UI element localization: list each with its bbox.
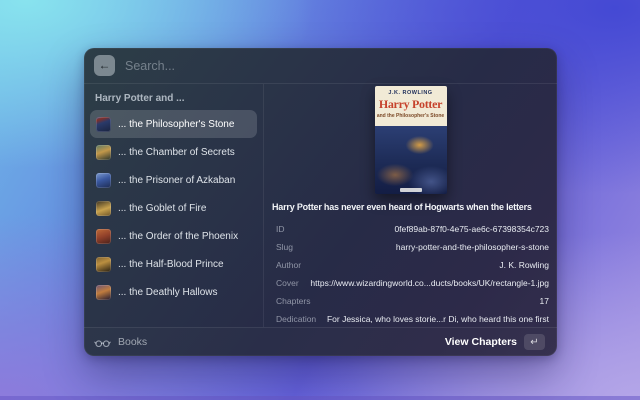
book-cover-thumbnail [96, 145, 111, 160]
detail-panel: J.K. ROWLING Harry Potter and the Philos… [264, 84, 557, 327]
metadata-label: Dedication [276, 314, 316, 324]
list-item-deathly-hallows[interactable]: ... the Deathly Hallows [90, 278, 257, 306]
metadata-row-slug: Slug harry-potter-and-the-philosopher-s-… [276, 238, 549, 256]
metadata-label: Cover [276, 278, 299, 288]
metadata-value: https://www.wizardingworld.co...ducts/bo… [307, 278, 549, 288]
metadata-value: For Jessica, who loves storie...r Di, wh… [324, 314, 549, 324]
search-input[interactable] [125, 59, 547, 73]
list-item-half-blood-prince[interactable]: ... the Half-Blood Prince [90, 250, 257, 278]
back-arrow-icon: ← [99, 55, 111, 76]
back-button[interactable]: ← [94, 55, 115, 76]
list-item-chamber-of-secrets[interactable]: ... the Chamber of Secrets [90, 138, 257, 166]
list-item-label: ... the Chamber of Secrets [118, 147, 235, 158]
footer-source: Books [94, 336, 147, 349]
view-chapters-label: View Chapters [445, 336, 517, 348]
metadata-value: J. K. Rowling [309, 260, 549, 270]
enter-key-icon: ↵ [524, 334, 545, 350]
cover-title-text: Harry Potter [375, 98, 447, 111]
metadata-row-author: Author J. K. Rowling [276, 256, 549, 274]
list-item-goblet-of-fire[interactable]: ... the Goblet of Fire [90, 194, 257, 222]
book-description: Harry Potter has never even heard of Hog… [264, 202, 557, 212]
list-item-prisoner-of-azkaban[interactable]: ... the Prisoner of Azkaban [90, 166, 257, 194]
metadata-value: 17 [319, 296, 550, 306]
metadata-value: harry-potter-and-the-philosopher-s-stone [301, 242, 549, 252]
desktop: { "window": { "search": { "placeholder":… [0, 0, 640, 400]
section-header: Harry Potter and ... [90, 84, 257, 110]
list-item-philosophers-stone[interactable]: ... the Philosopher's Stone [90, 110, 257, 138]
metadata-row-cover: Cover https://www.wizardingworld.co...du… [276, 274, 549, 292]
list-item-label: ... the Half-Blood Prince [118, 259, 224, 270]
cover-illustration [375, 126, 447, 194]
cover-author-text: J.K. ROWLING [375, 90, 447, 96]
metadata-row-id: ID 0fef89ab-87f0-4e75-ae6c-67398354c723 [276, 220, 549, 238]
glasses-icon [94, 336, 111, 349]
results-list: Harry Potter and ... ... the Philosopher… [84, 84, 264, 327]
cover-header: J.K. ROWLING Harry Potter and the Philos… [375, 86, 447, 126]
book-cover-thumbnail [96, 285, 111, 300]
metadata-row-chapters: Chapters 17 [276, 292, 549, 310]
book-cover-thumbnail [96, 117, 111, 132]
book-cover-image: J.K. ROWLING Harry Potter and the Philos… [375, 86, 447, 194]
list-item-label: ... the Goblet of Fire [118, 203, 206, 214]
book-cover-thumbnail [96, 229, 111, 244]
metadata-row-dedication: Dedication For Jessica, who loves storie… [276, 310, 549, 328]
footer-bar: Books View Chapters ↵ [84, 327, 557, 356]
list-item-label: ... the Order of the Phoenix [118, 231, 238, 242]
book-cover-thumbnail [96, 257, 111, 272]
metadata-list: ID 0fef89ab-87f0-4e75-ae6c-67398354c723 … [264, 220, 557, 328]
launcher-window: ← Harry Potter and ... ... the Philosoph… [84, 48, 557, 356]
metadata-label: ID [276, 224, 285, 234]
cover-subtitle-text: and the Philosopher's Stone [375, 113, 447, 119]
list-item-label: ... the Prisoner of Azkaban [118, 175, 235, 186]
metadata-label: Slug [276, 242, 293, 252]
metadata-label: Chapters [276, 296, 311, 306]
book-cover-thumbnail [96, 173, 111, 188]
main-content: Harry Potter and ... ... the Philosopher… [84, 84, 557, 327]
search-bar: ← [84, 48, 557, 84]
list-item-order-of-the-phoenix[interactable]: ... the Order of the Phoenix [90, 222, 257, 250]
book-cover-thumbnail [96, 201, 111, 216]
cover-publisher-logo [400, 188, 422, 192]
source-label: Books [118, 336, 147, 348]
list-item-label: ... the Deathly Hallows [118, 287, 218, 298]
metadata-value: 0fef89ab-87f0-4e75-ae6c-67398354c723 [293, 224, 550, 234]
metadata-label: Author [276, 260, 301, 270]
list-item-label: ... the Philosopher's Stone [118, 119, 234, 130]
view-chapters-button[interactable]: View Chapters ↵ [441, 331, 549, 353]
